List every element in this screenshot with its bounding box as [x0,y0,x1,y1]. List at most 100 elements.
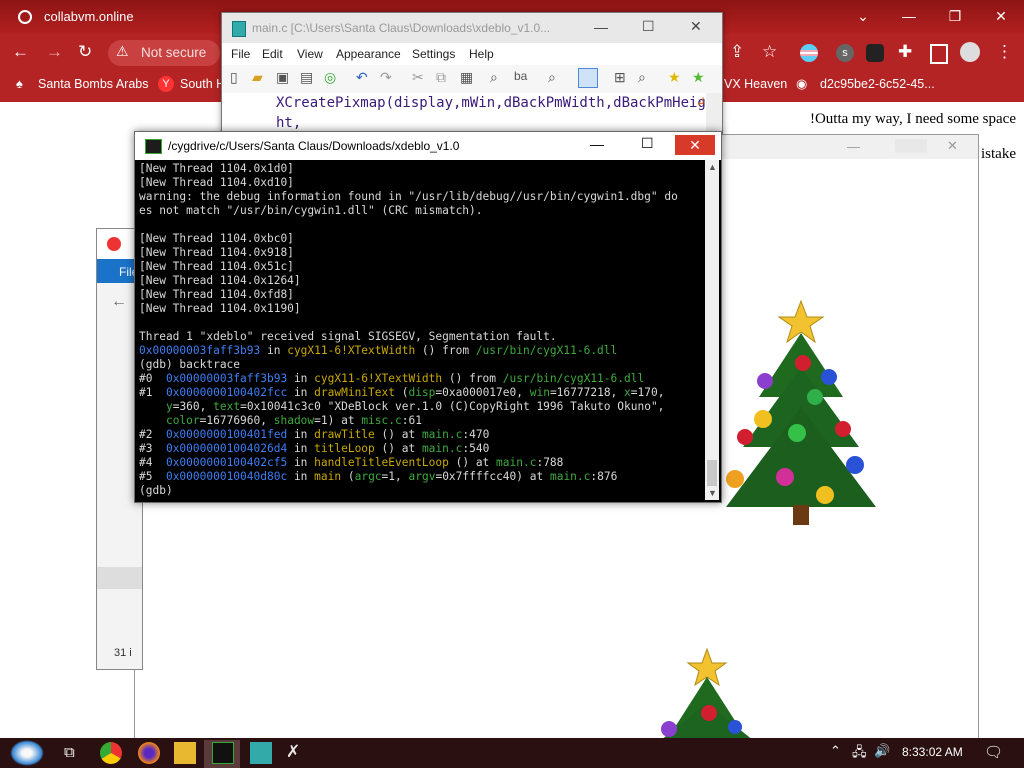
security-status: Not secure [141,45,207,60]
volume-icon[interactable]: 🔊 [874,743,890,759]
redo-icon[interactable]: ↷ [380,69,392,86]
zoom-out-icon[interactable]: ⌕ [638,69,646,86]
extension-eyes-icon[interactable] [866,44,884,62]
term-text: in [287,428,315,441]
extension-flag-icon[interactable] [800,44,818,62]
minimize-icon[interactable]: — [590,136,604,152]
add-favorite-icon[interactable]: ★ [692,69,705,86]
bookmark-south[interactable]: South H [180,77,225,91]
term-line: Thread 1 "xdeblo" received signal SIGSEG… [139,330,557,343]
maximize-icon[interactable]: ☐ [642,18,655,35]
menu-view[interactable]: View [297,47,323,61]
back-icon[interactable]: ← [12,42,29,62]
term-text: =170, [630,386,665,399]
bookmark-vx-heaven[interactable]: VX Heaven [724,77,787,91]
profile-avatar[interactable] [960,42,980,62]
scroll-thumb[interactable] [707,460,717,486]
term-text: ( [394,386,409,399]
term-text [139,400,166,413]
zoom-icon[interactable]: ⌕ [548,69,556,86]
close-icon[interactable]: ✕ [947,138,958,154]
open-folder-icon[interactable]: ▰ [252,69,263,86]
firefox-taskbar-icon[interactable] [138,742,160,764]
scroll-up-icon[interactable]: ▲ [708,162,717,172]
cut-icon[interactable]: ✂ [412,69,424,86]
address: 0x0000000100401fed [165,428,288,441]
maximize-icon[interactable]: ☐ [641,135,654,152]
back-icon[interactable]: ← [111,293,127,311]
cygwin-terminal-window[interactable]: /cygdrive/c/Users/Santa Claus/Downloads/… [134,131,722,503]
restore-icon[interactable]: ❐ [932,0,978,32]
favorites-icon[interactable]: ★ [668,69,681,86]
forward-icon[interactable]: → [46,42,63,62]
notepad2-taskbar-icon[interactable] [250,742,272,764]
tab-title[interactable]: collabvm.online [44,9,134,24]
browse-icon[interactable]: ◎ [324,69,336,86]
menu-appearance[interactable]: Appearance [336,47,401,61]
scrollbar[interactable]: ▲ ▼ [705,160,719,500]
reload-icon[interactable]: ↻ [78,42,92,62]
network-icon[interactable]: 🖧 [852,743,867,765]
zoom-in-icon[interactable]: ⊞ [614,69,626,86]
side-panel-icon[interactable] [930,44,948,64]
address: 0x00000003faff3b93 [165,372,288,385]
notepad2-window[interactable]: main.c [C:\Users\Santa Claus\Downloads\x… [221,12,723,134]
menu-edit[interactable]: Edit [262,47,283,61]
address: 0x00000001004026d4 [165,442,288,455]
share-icon[interactable]: ⇪ [730,42,744,62]
bookmark-guid[interactable]: d2c95be2-6c52-45... [820,77,935,91]
omnibox[interactable]: ⚠ Not secure [108,40,220,66]
close-icon[interactable]: ✕ [690,18,702,35]
term-text: :540 [462,442,490,455]
function-name: drawMiniText [314,386,395,399]
save-as-icon[interactable]: ▤ [300,69,313,86]
file-path: main.c [549,470,591,483]
minimize-icon[interactable]: — [847,139,860,154]
function-name: cygX11-6!XTextWidth [314,372,443,385]
warning-icon: ⚠ [116,43,129,59]
code-text[interactable]: XCreatePixmap(display,mWin,dBackPmWidth,… [276,93,706,133]
term-text: () at [448,456,497,469]
menu-kebab-icon[interactable]: ⋮ [996,42,1013,62]
tab-dropdown-icon[interactable]: ⌄ [840,0,886,32]
chrome-taskbar-icon[interactable] [100,742,122,764]
extensions-puzzle-icon[interactable]: ✚ [898,42,912,62]
menu-help[interactable]: Help [469,47,494,61]
task-view-icon[interactable]: ⧉ [64,744,75,761]
minimize-icon[interactable]: — [886,0,932,32]
minimize-icon[interactable]: — [594,19,608,35]
close-icon[interactable]: ✕ [978,0,1024,32]
close-icon[interactable]: ✕ [675,135,715,155]
term-text: =360, [172,400,214,413]
system-clock[interactable]: 8:33:02 AM [902,745,963,759]
cygwin-taskbar-icon[interactable] [212,742,234,764]
copy-icon[interactable]: ⧉ [436,69,446,86]
maximize-icon[interactable] [895,139,927,153]
menu-file[interactable]: File [231,47,250,61]
replace-icon[interactable]: ba [514,69,527,83]
selected-row[interactable] [97,567,142,589]
term-text: =1, [381,470,409,483]
scrollbar[interactable] [706,93,722,133]
bookmark-santa-bombs[interactable]: Santa Bombs Arabs [38,77,148,91]
start-orb-icon[interactable] [10,740,44,766]
undo-icon[interactable]: ↶ [356,69,368,86]
tab-favicon-icon [18,10,32,24]
term-text: in [287,456,315,469]
menu-settings[interactable]: Settings [412,47,455,61]
tray-chevron-icon[interactable]: ⌃ [830,743,841,759]
address: 0x00000003faff3b93 [139,344,261,357]
xwin-taskbar-icon[interactable]: ✗ [286,742,300,762]
gdb-prompt: (gdb) [139,484,173,497]
word-wrap-icon[interactable] [578,68,598,88]
explorer-taskbar-icon[interactable] [174,742,196,764]
new-file-icon[interactable]: ▯ [230,69,238,86]
save-icon[interactable]: ▣ [276,69,289,86]
bookmark-star-icon[interactable]: ☆ [762,42,777,62]
notifications-icon[interactable]: 🗨 [984,743,1003,761]
terminal-output[interactable]: [New Thread 1104.0x1d0] [New Thread 1104… [139,162,703,500]
paste-icon[interactable]: ▦ [460,69,473,86]
scroll-down-icon[interactable]: ▼ [708,488,717,498]
find-icon[interactable]: ⌕ [490,69,498,86]
extension-s-icon[interactable]: s [836,44,854,62]
